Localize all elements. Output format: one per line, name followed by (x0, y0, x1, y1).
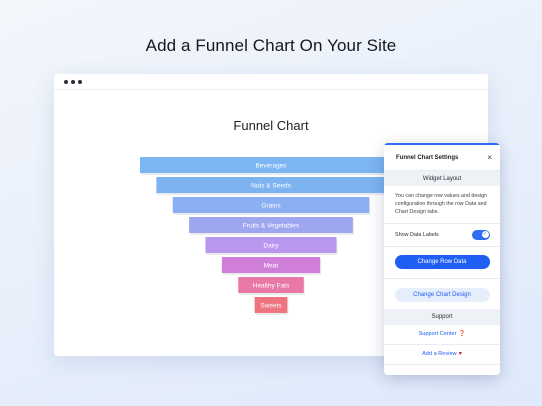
funnel-bar-label: Nuts & Seeds (251, 183, 291, 190)
funnel-bar-label: Fruits & Vegetables (243, 223, 300, 230)
panel-description: You can change row values and design con… (395, 193, 487, 215)
add-review-label: Add a Review (422, 351, 457, 358)
show-data-labels-row: Show Data Labels ✓ (384, 224, 500, 246)
change-row-data-button[interactable]: Change Row Data (394, 254, 490, 269)
panel-header: Funnel Chart Settings × (384, 143, 500, 171)
panel-title: Funnel Chart Settings (396, 154, 459, 161)
support-center-label: Support Center (418, 331, 457, 338)
divider (384, 277, 500, 279)
change-chart-design-button[interactable]: Change Chart Design (394, 287, 490, 302)
divider (384, 245, 500, 247)
support-center-link[interactable]: Support Center ❓ (384, 325, 500, 345)
heart-icon: ♥ (458, 351, 462, 358)
add-review-link[interactable]: Add a Review ♥ (384, 345, 500, 365)
support-section-header: Support (384, 308, 500, 325)
funnel-bar-label: Healthy Fats (253, 283, 290, 290)
funnel-bar-label: Beverages (255, 163, 287, 170)
settings-panel: Funnel Chart Settings × Widget Layout Yo… (384, 143, 500, 375)
widget-layout-section-header: Widget Layout (384, 171, 500, 186)
funnel-bar-label: Meat (264, 263, 279, 270)
funnel-bar-label: Grains (261, 203, 281, 210)
close-icon[interactable]: × (487, 153, 492, 162)
funnel-bar-label: Dairy (263, 243, 279, 250)
check-icon: ✓ (481, 231, 489, 239)
show-data-labels-toggle[interactable]: ✓ (472, 229, 490, 240)
funnel-bar-label: Sweets (260, 303, 282, 310)
question-icon: ❓ (458, 331, 466, 338)
show-data-labels-label: Show Data Labels (395, 231, 439, 238)
